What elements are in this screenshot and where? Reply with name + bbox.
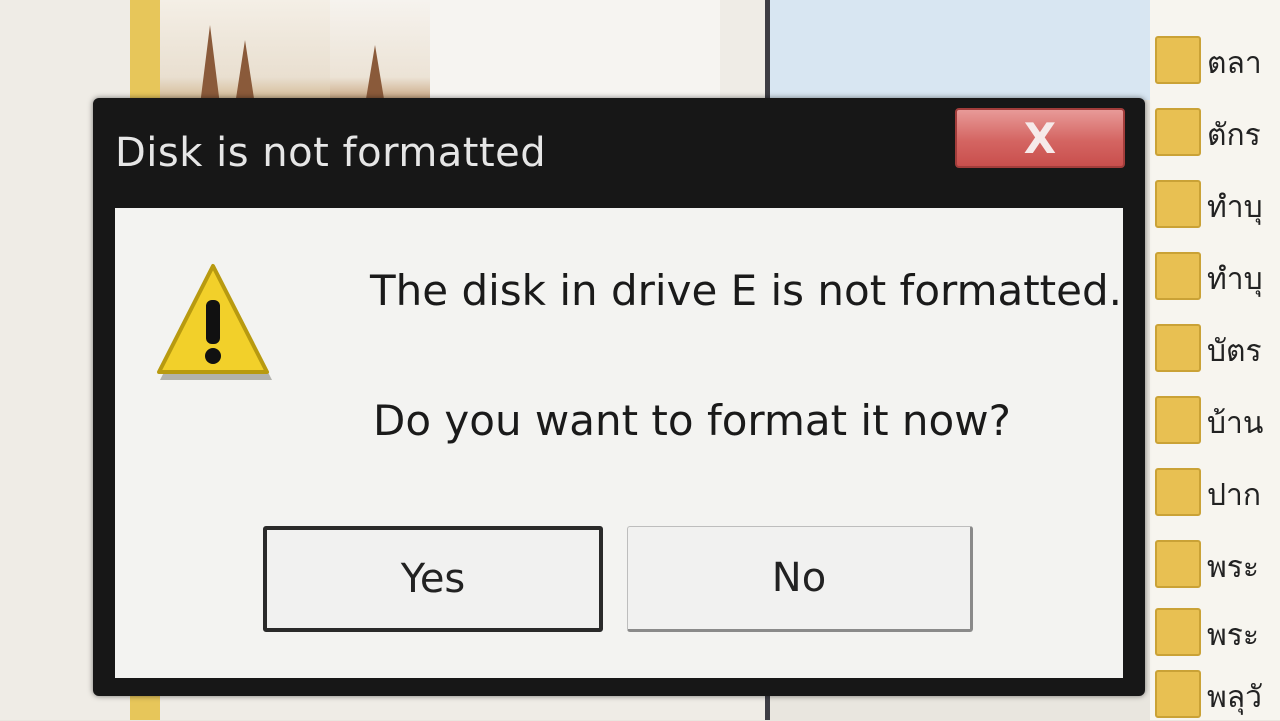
folder-icon (1155, 396, 1201, 444)
list-item[interactable]: ปาก (1155, 460, 1280, 518)
list-item[interactable]: บ้าน (1155, 388, 1280, 446)
message-line-1: The disk in drive E is not formatted. (370, 266, 1123, 315)
folder-label: พระ (1207, 550, 1260, 585)
message-line-2: Do you want to format it now? (373, 396, 1011, 445)
close-button[interactable]: X (955, 108, 1125, 168)
folder-icon (1155, 540, 1201, 588)
folder-label: ทำบุ (1207, 190, 1263, 225)
format-dialog: Disk is not formatted X The disk in driv… (93, 98, 1145, 696)
folder-icon (1155, 324, 1201, 372)
no-button[interactable]: No (627, 526, 973, 632)
image-thumbnail[interactable] (160, 0, 330, 110)
folder-icon (1155, 608, 1201, 656)
list-item[interactable]: พระ (1155, 532, 1280, 590)
folder-icon (1155, 468, 1201, 516)
dialog-title: Disk is not formatted (115, 130, 547, 176)
folder-label: พระ (1207, 618, 1260, 653)
folder-icon (1155, 36, 1201, 84)
folder-icon (1155, 252, 1201, 300)
folder-label: ทำบุ (1207, 262, 1263, 297)
folder-label: บ้าน (1207, 406, 1264, 441)
list-item[interactable]: ตลา (1155, 28, 1280, 86)
folder-label: พลุวั (1207, 680, 1263, 715)
list-item[interactable]: พลุวั (1155, 662, 1280, 720)
folder-label: ปาก (1207, 478, 1262, 513)
list-item[interactable]: บัตร (1155, 316, 1280, 374)
image-thumbnail[interactable] (430, 0, 720, 110)
list-item[interactable]: ตักร (1155, 100, 1280, 158)
list-item[interactable]: พระ (1155, 600, 1280, 658)
preview-area (770, 0, 1155, 100)
dialog-titlebar[interactable]: Disk is not formatted X (93, 98, 1145, 208)
folder-label: ตักร (1207, 118, 1261, 153)
folder-icon (1155, 670, 1201, 718)
folder-icon (1155, 180, 1201, 228)
folder-label: ตลา (1207, 46, 1262, 81)
dialog-body: The disk in drive E is not formatted. Do… (115, 208, 1123, 678)
close-icon: X (1023, 113, 1057, 163)
folder-label: บัตร (1207, 334, 1262, 369)
list-item[interactable]: ทำบุ (1155, 172, 1280, 230)
image-thumbnail[interactable] (330, 0, 430, 110)
warning-icon (157, 264, 272, 380)
list-item[interactable]: ทำบุ (1155, 244, 1280, 302)
yes-button[interactable]: Yes (263, 526, 603, 632)
folder-icon (1155, 108, 1201, 156)
